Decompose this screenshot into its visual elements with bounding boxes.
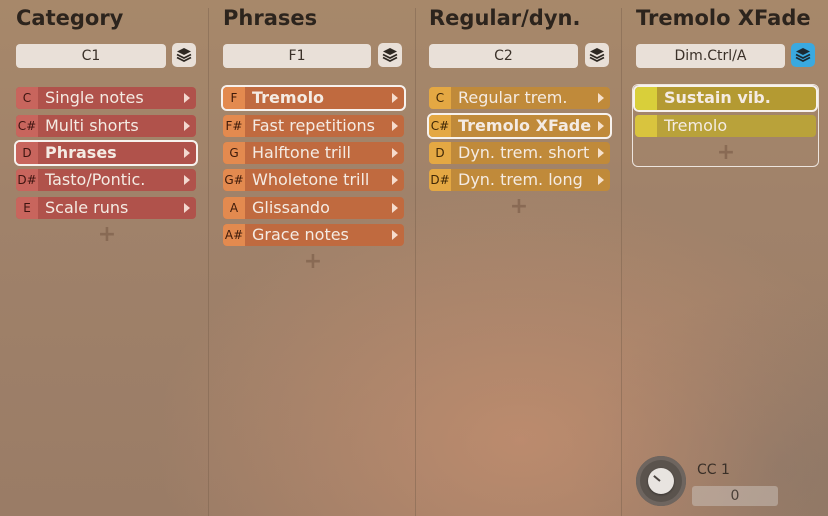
- key-label: F: [223, 87, 245, 109]
- chevron-right-icon: [184, 121, 190, 131]
- add-item-button[interactable]: +: [96, 224, 118, 246]
- regular-dyn-column: Regular/dyn. C2 C Regular trem. C# Tremo…: [427, 0, 613, 516]
- chevron-right-icon: [184, 175, 190, 185]
- item-label: Dyn. trem. long: [458, 170, 583, 189]
- add-item-button[interactable]: +: [302, 251, 324, 273]
- key-label: C#: [429, 115, 451, 137]
- column-divider: [208, 8, 209, 516]
- item-label: Single notes: [45, 88, 144, 107]
- key-label: D#: [16, 169, 38, 191]
- item-label: Tremolo XFade: [458, 116, 592, 135]
- list-item[interactable]: D# Tasto/Pontic.: [16, 169, 196, 191]
- list-item[interactable]: D# Dyn. trem. long: [429, 169, 610, 191]
- key-label: D#: [429, 169, 451, 191]
- key-label: C#: [16, 115, 38, 137]
- chevron-right-icon: [392, 203, 398, 213]
- column-divider: [415, 8, 416, 516]
- tremolo-xfade-selector[interactable]: Dim.Ctrl/A: [636, 44, 785, 68]
- chevron-right-icon: [598, 148, 604, 158]
- chevron-right-icon: [392, 121, 398, 131]
- list-item-selected[interactable]: D Phrases: [14, 140, 198, 166]
- item-label: Tremolo: [664, 116, 728, 135]
- list-item[interactable]: F# Fast repetitions: [223, 115, 404, 137]
- chevron-right-icon: [598, 93, 604, 103]
- regular-dyn-title: Regular/dyn.: [429, 6, 581, 30]
- layers-icon[interactable]: [378, 43, 402, 67]
- item-label: Tremolo: [252, 88, 325, 107]
- regular-dyn-selector[interactable]: C2: [429, 44, 578, 68]
- category-title: Category: [16, 6, 124, 30]
- color-swatch: [635, 87, 657, 110]
- item-label: Sustain vib.: [664, 88, 771, 107]
- list-item[interactable]: A Glissando: [223, 197, 404, 219]
- item-label: Scale runs: [45, 198, 129, 217]
- chevron-right-icon: [392, 93, 398, 103]
- layers-icon[interactable]: [172, 43, 196, 67]
- chevron-right-icon: [392, 175, 398, 185]
- item-label: Regular trem.: [458, 88, 568, 107]
- chevron-right-icon: [184, 148, 190, 158]
- list-item[interactable]: C# Multi shorts: [16, 115, 196, 137]
- item-label: Grace notes: [252, 225, 349, 244]
- key-label: A: [223, 197, 245, 219]
- item-label: Dyn. trem. short: [458, 143, 590, 162]
- phrases-column: Phrases F1 F Tremolo F# Fast repetitions…: [221, 0, 407, 516]
- item-label: Fast repetitions: [252, 116, 376, 135]
- cc-label: CC 1: [697, 462, 730, 478]
- add-item-button[interactable]: +: [715, 142, 737, 164]
- column-divider: [621, 8, 622, 516]
- knob-cap: [648, 468, 674, 494]
- list-item-selected[interactable]: C# Tremolo XFade: [427, 113, 612, 139]
- list-item[interactable]: A# Grace notes: [223, 224, 404, 246]
- category-selector[interactable]: C1: [16, 44, 166, 68]
- list-item[interactable]: E Scale runs: [16, 197, 196, 219]
- chevron-right-icon: [598, 175, 604, 185]
- chevron-right-icon: [598, 121, 604, 131]
- list-item-selected[interactable]: Sustain vib.: [633, 85, 818, 112]
- phrases-selector[interactable]: F1: [223, 44, 371, 68]
- key-label: D: [429, 142, 451, 164]
- color-swatch: [635, 115, 657, 137]
- list-item[interactable]: C Single notes: [16, 87, 196, 109]
- key-label: E: [16, 197, 38, 219]
- list-item[interactable]: G Halftone trill: [223, 142, 404, 164]
- add-item-button[interactable]: +: [508, 196, 530, 218]
- chevron-right-icon: [392, 230, 398, 240]
- item-label: Wholetone trill: [252, 170, 370, 189]
- chevron-right-icon: [184, 93, 190, 103]
- key-label: G: [223, 142, 245, 164]
- key-label: C: [429, 87, 451, 109]
- tremolo-xfade-title: Tremolo XFade: [636, 6, 811, 30]
- key-label: F#: [223, 115, 245, 137]
- item-label: Halftone trill: [252, 143, 351, 162]
- key-label: G#: [223, 169, 245, 191]
- chevron-right-icon: [184, 203, 190, 213]
- item-label: Multi shorts: [45, 116, 139, 135]
- key-label: C: [16, 87, 38, 109]
- list-item-selected[interactable]: F Tremolo: [221, 85, 406, 111]
- layers-icon[interactable]: [585, 43, 609, 67]
- knob-icon[interactable]: [636, 456, 686, 506]
- list-item[interactable]: Tremolo: [635, 115, 816, 137]
- list-item[interactable]: C Regular trem.: [429, 87, 610, 109]
- cc-value-field[interactable]: 0: [692, 486, 778, 506]
- list-item[interactable]: D Dyn. trem. short: [429, 142, 610, 164]
- item-label: Glissando: [252, 198, 330, 217]
- key-label: D: [16, 142, 38, 164]
- category-column: Category C1 C Single notes C# Multi shor…: [14, 0, 200, 516]
- list-item[interactable]: G# Wholetone trill: [223, 169, 404, 191]
- item-label: Phrases: [45, 143, 117, 162]
- layers-icon[interactable]: [791, 43, 815, 67]
- phrases-title: Phrases: [223, 6, 318, 30]
- item-label: Tasto/Pontic.: [45, 170, 146, 189]
- key-label: A#: [223, 224, 245, 246]
- tremolo-xfade-column: Tremolo XFade Dim.Ctrl/A: [636, 0, 820, 516]
- chevron-right-icon: [392, 148, 398, 158]
